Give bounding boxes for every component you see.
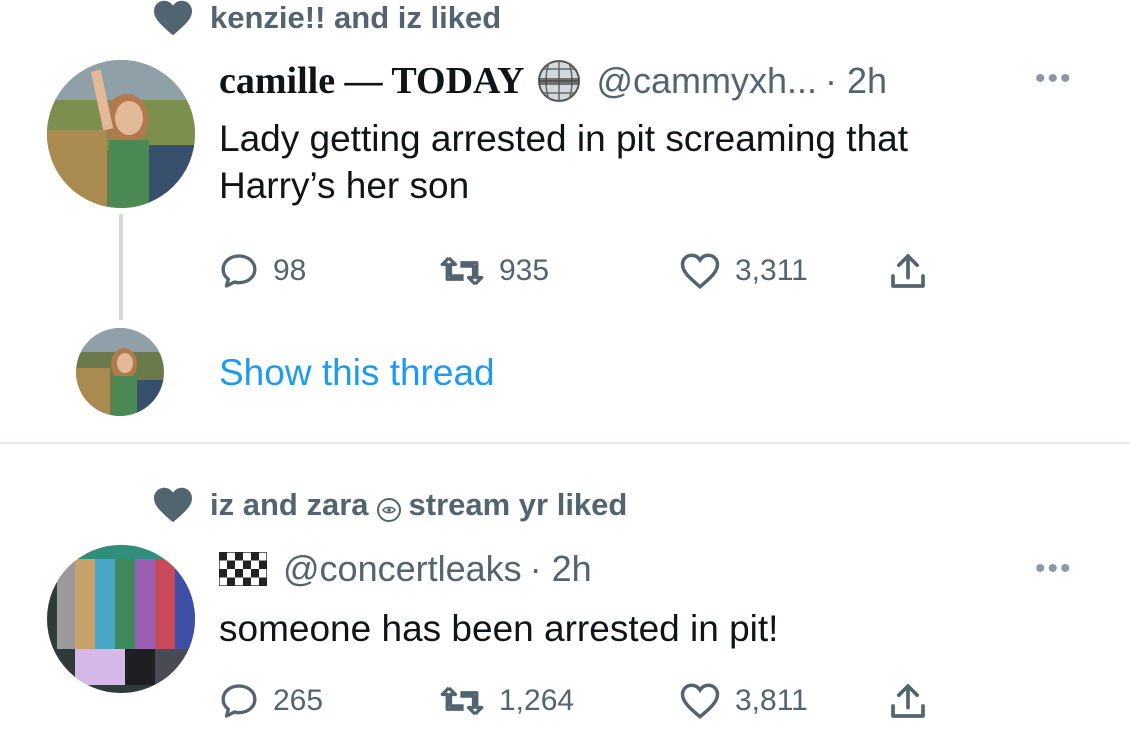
liked-by-text: stream yr liked <box>408 487 628 522</box>
retweet-button[interactable]: 1,264 <box>439 681 679 721</box>
like-icon <box>679 251 721 291</box>
share-button[interactable] <box>889 251 927 291</box>
reply-icon <box>219 681 259 721</box>
liked-by-text: kenzie!! and iz liked <box>210 0 502 35</box>
timestamp[interactable]: · 2h <box>530 548 592 590</box>
tweet-actions: 98 935 3,311 <box>219 250 927 292</box>
share-icon <box>889 681 927 721</box>
tweet-text: Lady getting arrested in pit screaming t… <box>219 115 1099 209</box>
handle[interactable]: @concertleaks <box>283 548 522 590</box>
disco-ball-icon <box>536 58 582 104</box>
tweet-text: someone has been arrested in pit! <box>219 608 779 649</box>
avatar[interactable] <box>47 545 195 693</box>
share-button[interactable] <box>889 681 927 721</box>
retweet-button[interactable]: 935 <box>439 251 679 291</box>
retweet-count: 935 <box>499 254 550 287</box>
reply-button[interactable]: 265 <box>219 681 439 721</box>
avatar[interactable] <box>47 60 195 208</box>
eye-icon <box>376 498 401 522</box>
more-options-button[interactable]: ••• <box>1035 62 1073 96</box>
like-button[interactable]: 3,811 <box>679 681 889 721</box>
tweet-actions: 265 1,264 3,811 <box>219 680 927 722</box>
retweet-count: 1,264 <box>499 684 575 717</box>
like-count: 3,811 <box>735 684 808 717</box>
tweet-divider <box>0 442 1130 444</box>
display-name[interactable]: camille — TODAY <box>219 59 524 103</box>
tweet-header: @concertleaks · 2h <box>219 545 592 593</box>
tweet-header: camille — TODAY @cammyxh... · 2h <box>219 56 887 106</box>
thread-connector <box>119 214 123 320</box>
tweet-text-line: Lady getting arrested in pit screaming t… <box>219 118 908 159</box>
handle[interactable]: @cammyxh... <box>596 60 817 102</box>
like-count: 3,311 <box>735 254 808 287</box>
heart-icon <box>150 0 196 39</box>
timestamp[interactable]: · 2h <box>825 60 887 102</box>
reply-count: 265 <box>273 684 324 717</box>
like-button[interactable]: 3,311 <box>679 251 889 291</box>
like-icon <box>679 681 721 721</box>
retweet-icon <box>439 251 485 291</box>
tweet-text-line: Harry’s her son <box>219 165 470 206</box>
share-icon <box>889 251 927 291</box>
more-options-button[interactable]: ••• <box>1035 552 1073 586</box>
retweet-icon <box>439 681 485 721</box>
social-context[interactable]: iz and zara stream yr liked <box>150 485 627 525</box>
liked-by-text: iz and zara <box>210 487 369 522</box>
reply-icon <box>219 251 259 291</box>
heart-icon <box>150 484 196 526</box>
show-thread-link[interactable]: Show this thread <box>219 352 495 394</box>
avatar[interactable] <box>76 328 164 416</box>
checkered-flag-icon <box>219 552 267 586</box>
social-context[interactable]: kenzie!! and iz liked <box>150 0 501 36</box>
reply-button[interactable]: 98 <box>219 251 439 291</box>
reply-count: 98 <box>273 254 307 287</box>
